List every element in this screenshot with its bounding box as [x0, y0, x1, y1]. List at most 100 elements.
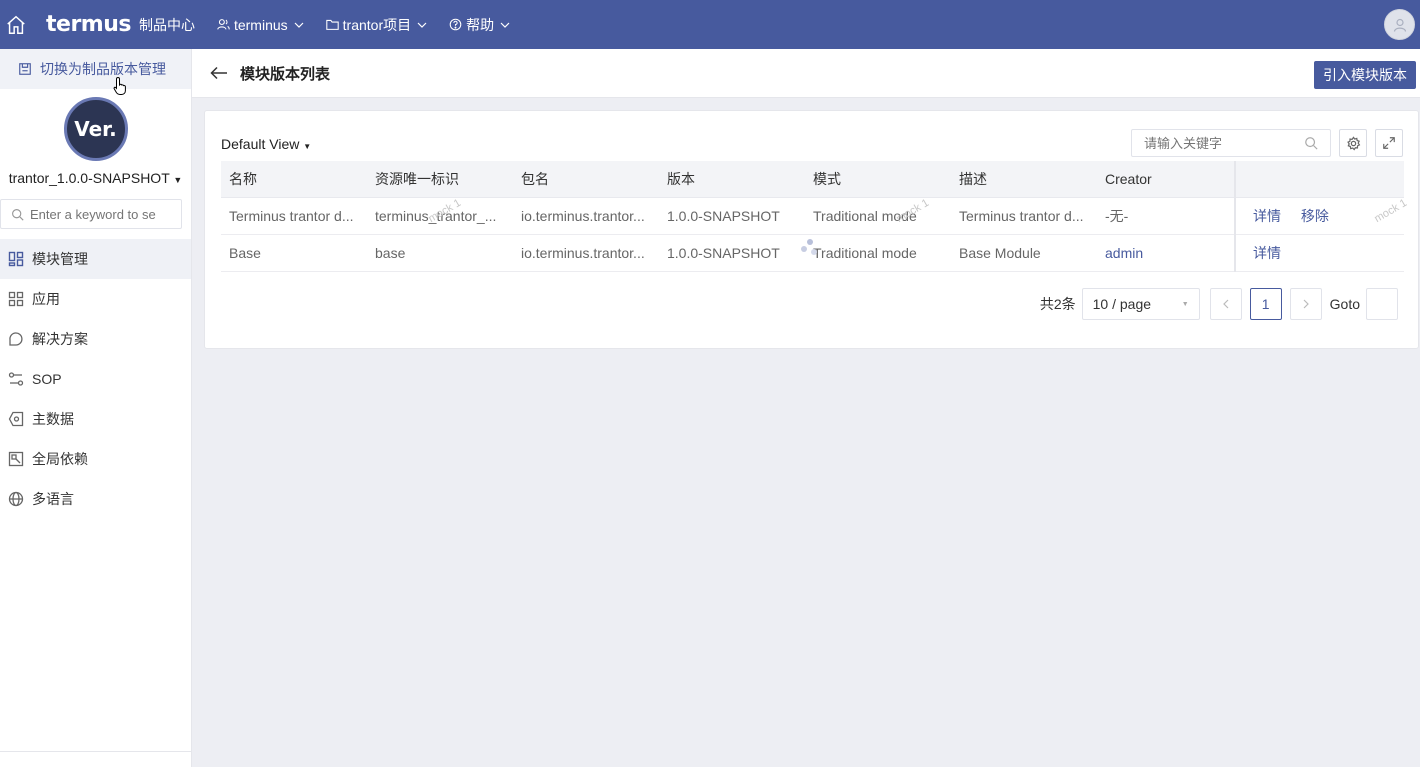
page-size-select[interactable]: 10 / page ▼	[1081, 288, 1200, 320]
version-logo-text: Ver.	[74, 117, 117, 141]
org-dropdown[interactable]: terminus	[217, 17, 304, 33]
module-version-card: Default View ▼ 名称 资源唯一标识 包名 版本 模式 描述 Cre…	[204, 110, 1419, 349]
cell-mode: Traditional mode	[805, 197, 951, 235]
switch-version-label: 切换为制品版本管理	[40, 61, 166, 77]
cell-creator[interactable]: admin	[1097, 234, 1235, 272]
col-version: 版本	[659, 161, 805, 198]
version-logo: Ver.	[63, 97, 128, 161]
sidebar-menu: 模块管理 应用 解决方案 SOP 主数据 全局依赖 多语言	[0, 239, 191, 519]
user-icon	[1393, 18, 1406, 32]
cell-actions: 详情	[1234, 234, 1404, 272]
cell-key: base	[367, 234, 513, 272]
cell-creator: -无-	[1097, 197, 1235, 235]
sidebar-item-label: 主数据	[32, 411, 74, 427]
chevron-left-icon	[1222, 299, 1229, 309]
sidebar-item-i18n[interactable]: 多语言	[0, 479, 191, 519]
help-circle-icon	[449, 18, 462, 31]
goto-label: Goto	[1329, 296, 1360, 312]
home-icon	[7, 15, 25, 34]
help-dropdown[interactable]: 帮助	[449, 15, 510, 35]
cell-name: Terminus trantor d...	[221, 197, 367, 235]
prev-page-button[interactable]	[1209, 288, 1242, 320]
chevron-down-icon	[294, 22, 304, 28]
sidebar-item-master-data[interactable]: 主数据	[0, 399, 191, 439]
page-size-value: 10 / page	[1092, 296, 1152, 312]
table-row: Terminus trantor d... terminus_trantor_.…	[221, 197, 1404, 235]
goto-input[interactable]	[1366, 288, 1398, 320]
switch-version-button[interactable]: 切换为制品版本管理	[0, 49, 191, 89]
sidebar-search[interactable]	[0, 199, 182, 229]
col-name: 名称	[221, 161, 367, 198]
apps-icon	[8, 291, 24, 307]
arrow-left-icon	[210, 66, 227, 80]
col-actions	[1234, 161, 1404, 198]
folder-icon	[325, 19, 339, 30]
next-page-button[interactable]	[1289, 288, 1322, 320]
solution-icon	[9, 332, 23, 346]
sidebar-item-label: 解决方案	[32, 331, 88, 347]
sidebar-item-label: SOP	[32, 371, 62, 387]
pagination: 共2条 10 / page ▼ 1 Goto	[1040, 288, 1398, 320]
search-icon	[12, 208, 24, 221]
settings-button[interactable]	[1339, 129, 1367, 157]
sidebar-item-module[interactable]: 模块管理	[0, 239, 191, 279]
hand-cursor-icon	[113, 76, 126, 95]
table-header-row: 名称 资源唯一标识 包名 版本 模式 描述 Creator	[221, 161, 1404, 198]
user-avatar[interactable]	[1384, 9, 1415, 40]
home-button[interactable]	[0, 0, 32, 49]
spinner-dot	[811, 249, 817, 255]
col-package: 包名	[513, 161, 659, 198]
cell-version: 1.0.0-SNAPSHOT	[659, 234, 805, 272]
sidebar-item-sop[interactable]: SOP	[0, 359, 191, 399]
import-module-version-button[interactable]: 引入模块版本	[1314, 61, 1416, 89]
cell-package: io.terminus.trantor...	[513, 197, 659, 235]
globe-icon	[8, 491, 24, 507]
sop-icon	[8, 372, 24, 386]
version-label: trantor_1.0.0-SNAPSHOT	[8, 170, 170, 186]
caret-down-icon: ▼	[173, 175, 183, 185]
table-search[interactable]	[1131, 129, 1331, 157]
page-button-current[interactable]: 1	[1249, 288, 1282, 320]
top-navbar: termus 制品中心 terminus trantor项目 帮助	[0, 0, 1420, 49]
loading-spinner	[801, 239, 819, 259]
cell-mode: Traditional mode	[805, 234, 951, 272]
project-dropdown[interactable]: trantor项目	[325, 15, 427, 35]
users-icon	[217, 19, 230, 30]
spinner-dot	[807, 239, 813, 245]
version-selector[interactable]: trantor_1.0.0-SNAPSHOT ▼	[0, 170, 191, 186]
page-title: 模块版本列表	[240, 65, 331, 83]
brand-logo[interactable]: termus	[46, 12, 131, 37]
chevron-down-icon	[417, 22, 427, 28]
sidebar-item-label: 多语言	[32, 491, 74, 507]
detail-link[interactable]: 详情	[1253, 208, 1281, 224]
sidebar-item-dependency[interactable]: 全局依赖	[0, 439, 191, 479]
sidebar-item-apps[interactable]: 应用	[0, 279, 191, 319]
remove-link[interactable]: 移除	[1301, 208, 1329, 224]
help-label: 帮助	[466, 16, 495, 33]
col-resource-key: 资源唯一标识	[367, 161, 513, 198]
back-button[interactable]	[210, 66, 228, 80]
view-selector[interactable]: Default View ▼	[221, 136, 311, 152]
chevron-down-icon	[500, 22, 510, 28]
cell-version: 1.0.0-SNAPSHOT	[659, 197, 805, 235]
search-icon	[1305, 137, 1318, 150]
cell-package: io.terminus.trantor...	[513, 234, 659, 272]
cell-name: Base	[221, 234, 367, 272]
org-label: terminus	[233, 16, 288, 33]
table-search-input[interactable]	[1144, 135, 1304, 151]
product-center-label[interactable]: 制品中心	[139, 15, 195, 35]
total-count: 共2条	[1039, 296, 1076, 312]
view-label: Default View	[221, 136, 300, 152]
caret-down-icon: ▼	[303, 142, 312, 151]
save-icon	[19, 63, 31, 75]
detail-link[interactable]: 详情	[1253, 245, 1281, 261]
master-data-icon	[8, 411, 24, 427]
fullscreen-button[interactable]	[1375, 129, 1403, 157]
expand-icon	[1383, 137, 1395, 149]
caret-down-icon: ▼	[1181, 300, 1189, 308]
module-icon	[8, 251, 24, 267]
sidebar-search-input[interactable]	[30, 206, 170, 222]
spinner-dot	[801, 246, 807, 252]
sidebar-item-solution[interactable]: 解决方案	[0, 319, 191, 359]
cell-desc: Terminus trantor d...	[951, 197, 1097, 235]
